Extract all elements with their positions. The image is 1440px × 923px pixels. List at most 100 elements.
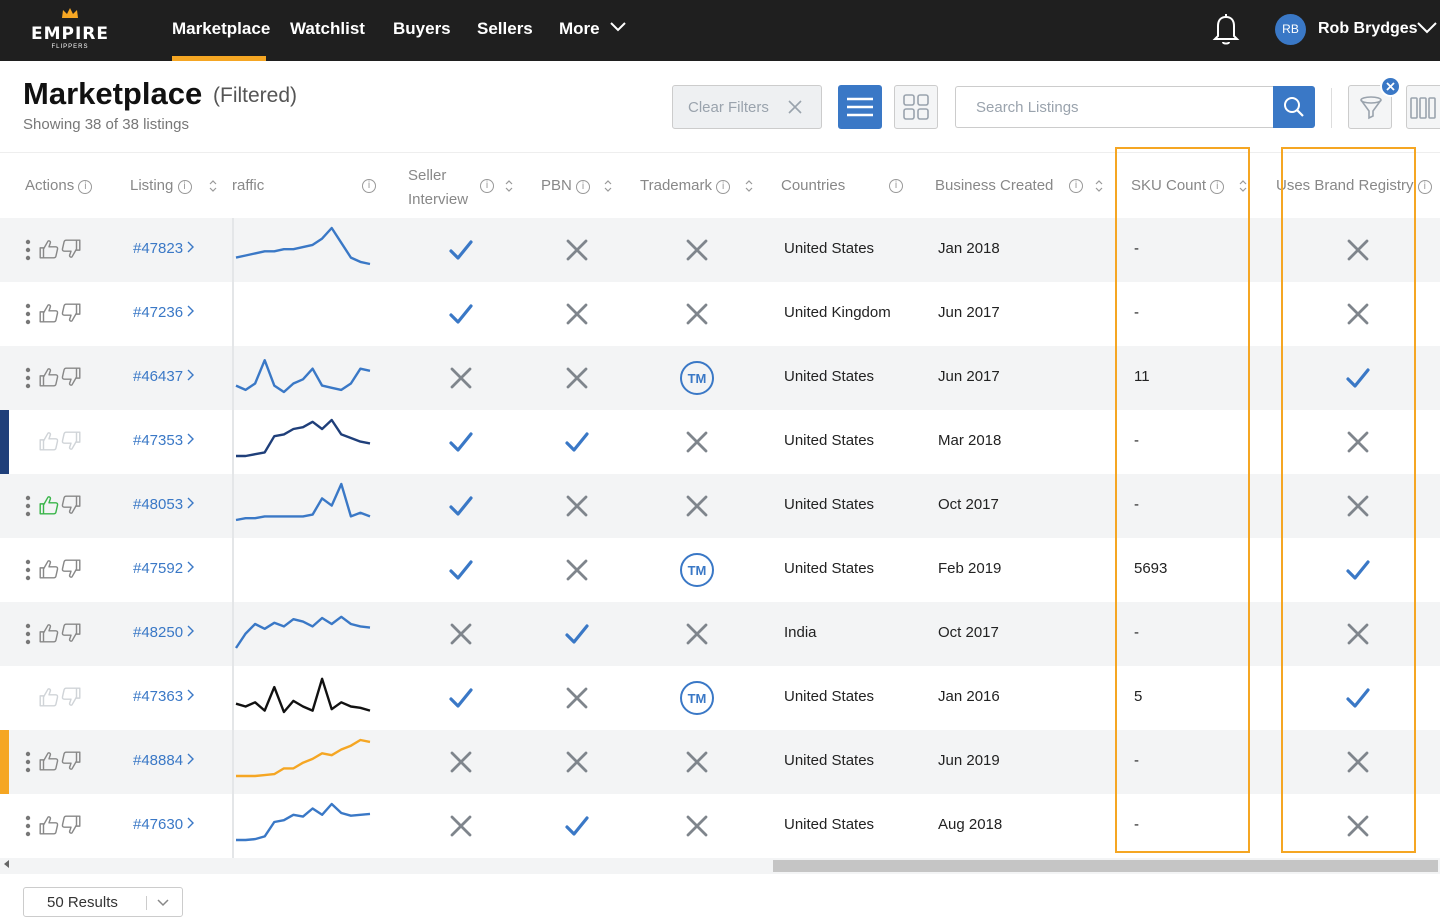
thumbs-down-icon[interactable] [60, 558, 82, 580]
country-cell: United States [784, 368, 875, 385]
info-icon[interactable]: i [177, 180, 192, 194]
business-created-cell: Oct 2017 [938, 624, 999, 641]
sort-icon[interactable] [208, 179, 218, 193]
rating-buttons [38, 302, 82, 324]
business-created-cell: Jun 2017 [938, 304, 1000, 321]
info-icon[interactable]: i [1069, 179, 1083, 193]
svg-text:TM: TM [688, 371, 707, 386]
x-icon [566, 751, 588, 773]
country-cell: India [784, 624, 817, 641]
col-pbn[interactable]: PBN i [541, 177, 591, 194]
info-icon[interactable]: i [1417, 180, 1432, 194]
scrollbar-thumb[interactable] [773, 860, 1438, 872]
info-icon[interactable]: i [362, 179, 376, 193]
list-view-button[interactable] [838, 85, 882, 129]
nav-watchlist[interactable]: Watchlist [290, 19, 365, 39]
clear-filters-button[interactable]: Clear Filters [672, 85, 822, 129]
traffic-sparkline [235, 358, 371, 394]
listing-link[interactable]: #47592 [133, 560, 195, 577]
sort-icon[interactable] [1094, 179, 1104, 193]
business-created-cell: Feb 2019 [938, 560, 1002, 577]
col-traffic[interactable]: raffic [232, 177, 264, 194]
logo-subtext: FLIPPERS [51, 44, 89, 50]
sort-icon[interactable] [504, 179, 514, 193]
user-name[interactable]: Rob Brydges [1318, 20, 1418, 38]
x-icon [686, 623, 708, 645]
col-countries[interactable]: Countries [781, 177, 845, 194]
info-icon[interactable]: i [889, 179, 903, 193]
kebab-menu-icon[interactable] [24, 302, 32, 326]
col-pbn-label: PBN [541, 177, 572, 194]
thumbs-down-icon[interactable] [60, 302, 82, 324]
listing-link[interactable]: #47236 [133, 304, 195, 321]
list-icon [847, 97, 873, 117]
user-avatar[interactable]: RB [1275, 14, 1306, 45]
close-icon [788, 100, 802, 114]
listing-id: #47236 [133, 304, 184, 321]
col-listing[interactable]: Listing i [130, 177, 192, 194]
chevron-right-icon [187, 305, 195, 317]
traffic-sparkline [236, 802, 371, 842]
empire-flippers-logo[interactable]: EMPIRE FLIPPERS [30, 8, 110, 54]
filtered-label: (Filtered) [213, 84, 298, 107]
nav-sellers[interactable]: Sellers [477, 19, 533, 39]
chevron-down-icon [157, 899, 169, 907]
search-input[interactable] [956, 87, 1272, 127]
business-created-cell: Jan 2018 [938, 240, 1000, 257]
scroll-left-arrow-icon[interactable] [4, 860, 9, 868]
search-button[interactable] [1273, 86, 1315, 128]
col-traffic-label: raffic [232, 177, 265, 194]
country-cell: United States [784, 688, 875, 705]
nav-buyers[interactable]: Buyers [393, 19, 451, 39]
check-icon [449, 432, 473, 452]
country-cell: United States [784, 496, 875, 513]
crown-icon [62, 8, 78, 18]
filter-clear-badge[interactable] [1380, 76, 1401, 97]
col-trademark[interactable]: Trademark i [640, 177, 731, 194]
sort-icon[interactable] [603, 179, 613, 193]
country-cell: United Kingdom [784, 304, 891, 321]
col-countries-label: Countries [781, 177, 846, 194]
x-icon [686, 751, 708, 773]
info-icon[interactable]: i [716, 180, 731, 194]
thumbs-up-icon[interactable] [38, 558, 60, 580]
nav-marketplace[interactable]: Marketplace [172, 19, 270, 39]
thumbs-up-icon[interactable] [38, 302, 60, 324]
user-menu-chevron-icon[interactable] [1416, 20, 1438, 36]
check-icon [565, 624, 589, 644]
col-actions-label: Actions [25, 177, 75, 194]
traffic-sparkline [236, 738, 371, 778]
listing-count: Showing 38 of 38 listings [23, 116, 189, 133]
search-field [955, 86, 1273, 128]
traffic-sparkline [235, 482, 371, 522]
col-seller-interview-label: Seller Interview [408, 167, 469, 208]
country-cell: United States [784, 752, 875, 769]
info-icon[interactable]: i [576, 180, 591, 194]
x-icon [450, 751, 472, 773]
business-created-cell: Oct 2017 [938, 496, 999, 513]
kebab-menu-icon[interactable] [24, 558, 32, 582]
country-cell: United States [784, 240, 875, 257]
rating-buttons [38, 558, 82, 580]
col-seller-interview[interactable]: Seller Interview [408, 164, 480, 212]
results-per-page-select[interactable]: 50 Results [23, 887, 183, 917]
sort-icon[interactable] [744, 179, 754, 193]
check-icon [449, 240, 473, 260]
x-icon [686, 815, 708, 837]
traffic-sparkline [235, 615, 371, 649]
nav-more[interactable]: More [559, 19, 627, 39]
check-icon [449, 560, 473, 580]
top-nav: EMPIRE FLIPPERS Marketplace Watchlist Bu… [0, 0, 1440, 61]
notification-bell-icon[interactable] [1210, 12, 1242, 46]
x-icon [566, 559, 588, 581]
logo-wordmark: EMPIRE [30, 24, 110, 44]
info-icon[interactable]: i [480, 179, 494, 193]
col-business-created[interactable]: Business Created [935, 177, 1053, 194]
x-icon [450, 367, 472, 389]
grid-view-button[interactable] [894, 85, 938, 129]
columns-button[interactable] [1406, 85, 1440, 129]
close-icon [1386, 82, 1395, 91]
x-icon [566, 303, 588, 325]
country-cell: United States [784, 560, 875, 577]
info-icon[interactable]: i [78, 180, 93, 194]
